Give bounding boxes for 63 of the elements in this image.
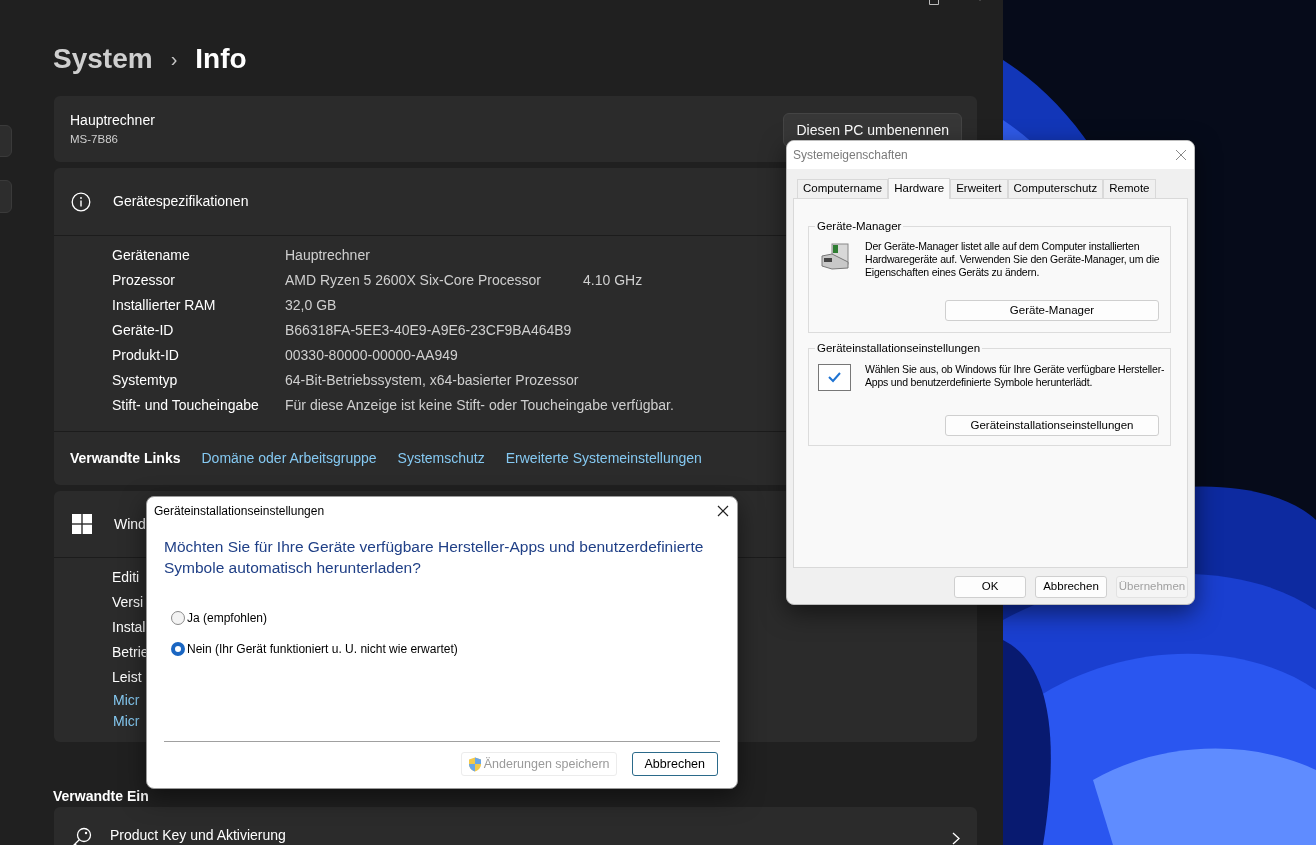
spec-value: 32,0 GB [285,296,338,315]
radio-label[interactable]: Ja (empfohlen) [187,609,268,627]
spec-value: Hauptrechner [285,246,371,265]
chevron-icon [952,832,960,845]
radio-button[interactable] [171,642,185,656]
spec-label: Leist [112,668,142,687]
group-legend: Geräte-Manager [815,219,904,233]
dialog-button[interactable]: Geräte-Manager [945,300,1159,321]
checkbox-icon [818,364,851,391]
window-title: Systemeigenschaften [793,147,908,164]
spec-label: Installierter RAM [112,296,217,315]
links-label: Verwandte Links [70,449,181,468]
section-heading: Verwandte Ein [53,788,149,805]
radio-label[interactable]: Nein (Ihr Gerät funktioniert u. U. nicht wie erwartet) [187,640,458,658]
link[interactable]: Micr [113,690,140,711]
tab[interactable]: Remote [1103,179,1156,198]
spec-label: Betrie [112,643,149,662]
link[interactable]: Domäne oder Arbeitsgruppe [201,448,377,469]
spec-label: Instal [112,618,146,637]
info-icon [71,191,91,212]
spec-label: Prozessor [112,271,177,290]
spec-label: Stift- und Toucheingabe [112,396,260,415]
spec-label: Gerätename [112,246,191,265]
dialog-title: Geräteinstallationseinstellungen [154,503,325,520]
windows-logo-icon [72,514,92,534]
link[interactable]: Systemschutz [397,448,485,469]
spec-value: AMD Ryzen 5 2600X Six-Core Processor [285,271,542,290]
section-title: Gerätespezifikationen [113,192,249,211]
radio-button[interactable] [171,611,185,625]
group-description: Wählen Sie aus, ob Windows für Ihre Geräte verfügbare Hersteller-Apps und benutzerdefinierte Symbole herunterlädt. [865,363,1165,389]
spec-value: 00330-80000-00000-AA949 [285,346,459,365]
spec-label: Geräte-ID [112,321,175,340]
maximize-icon[interactable] [929,0,939,5]
device-name: Hauptrechner [70,110,155,130]
settings-card[interactable]: Product Key und Aktivierung [54,807,977,845]
section-title: Wind [114,514,146,534]
spec-value: 64-Bit-Betriebssystem, x64-basierter Prozessor [285,371,580,390]
spec-value: B66318FA-5EE3-40E9-A9E6-23CF9BA464B9 [285,321,573,340]
tab[interactable]: Computerschutz [1007,179,1104,198]
group-description: Der Geräte-Manager listet alle auf dem Computer installierten Hardwaregeräte auf. Verwenden Sie den Geräte-Manager, um die Eigenschaften eines Geräts zu ändern. [865,240,1161,279]
spec-value: Für diese Anzeige ist keine Stift- oder Toucheingabe verfügbar. [285,396,674,415]
dialog-button[interactable]: Abbrechen [1035,576,1107,598]
tab[interactable]: Hardware [888,178,951,199]
breadcrumb-link[interactable]: System [53,38,153,80]
tab[interactable]: Computername [797,179,889,198]
dialog-button[interactable]: OK [954,576,1026,598]
spec-value: 4.10 GHz [583,271,643,290]
device-model: MS-7B86 [70,131,119,147]
spec-label: Editi [112,568,140,587]
tab[interactable]: Erweitert [950,179,1008,198]
computer-device-icon [820,242,850,270]
dialog-button[interactable]: Geräteinstallationseinstellungen [945,415,1159,436]
link[interactable]: Erweiterte Systemeinstellungen [505,448,702,469]
spec-label: Versi [112,593,144,612]
breadcrumb-separator: › [170,47,178,72]
dialog-button[interactable]: Abbrechen [631,752,718,776]
page-title: Info [195,42,247,76]
spec-label: Systemtyp [112,371,179,390]
group-legend: Geräteinstallationseinstellungen [815,341,983,355]
link[interactable]: Micr [113,711,140,732]
spec-label: Produkt-ID [112,346,180,365]
setting-title: Product Key und Aktivierung [110,826,286,845]
dialog-question: Möchten Sie für Ihre Geräte verfügbare Hersteller-Apps und benutzerdefinierte Symbole automatisch herunterladen? [164,537,705,578]
